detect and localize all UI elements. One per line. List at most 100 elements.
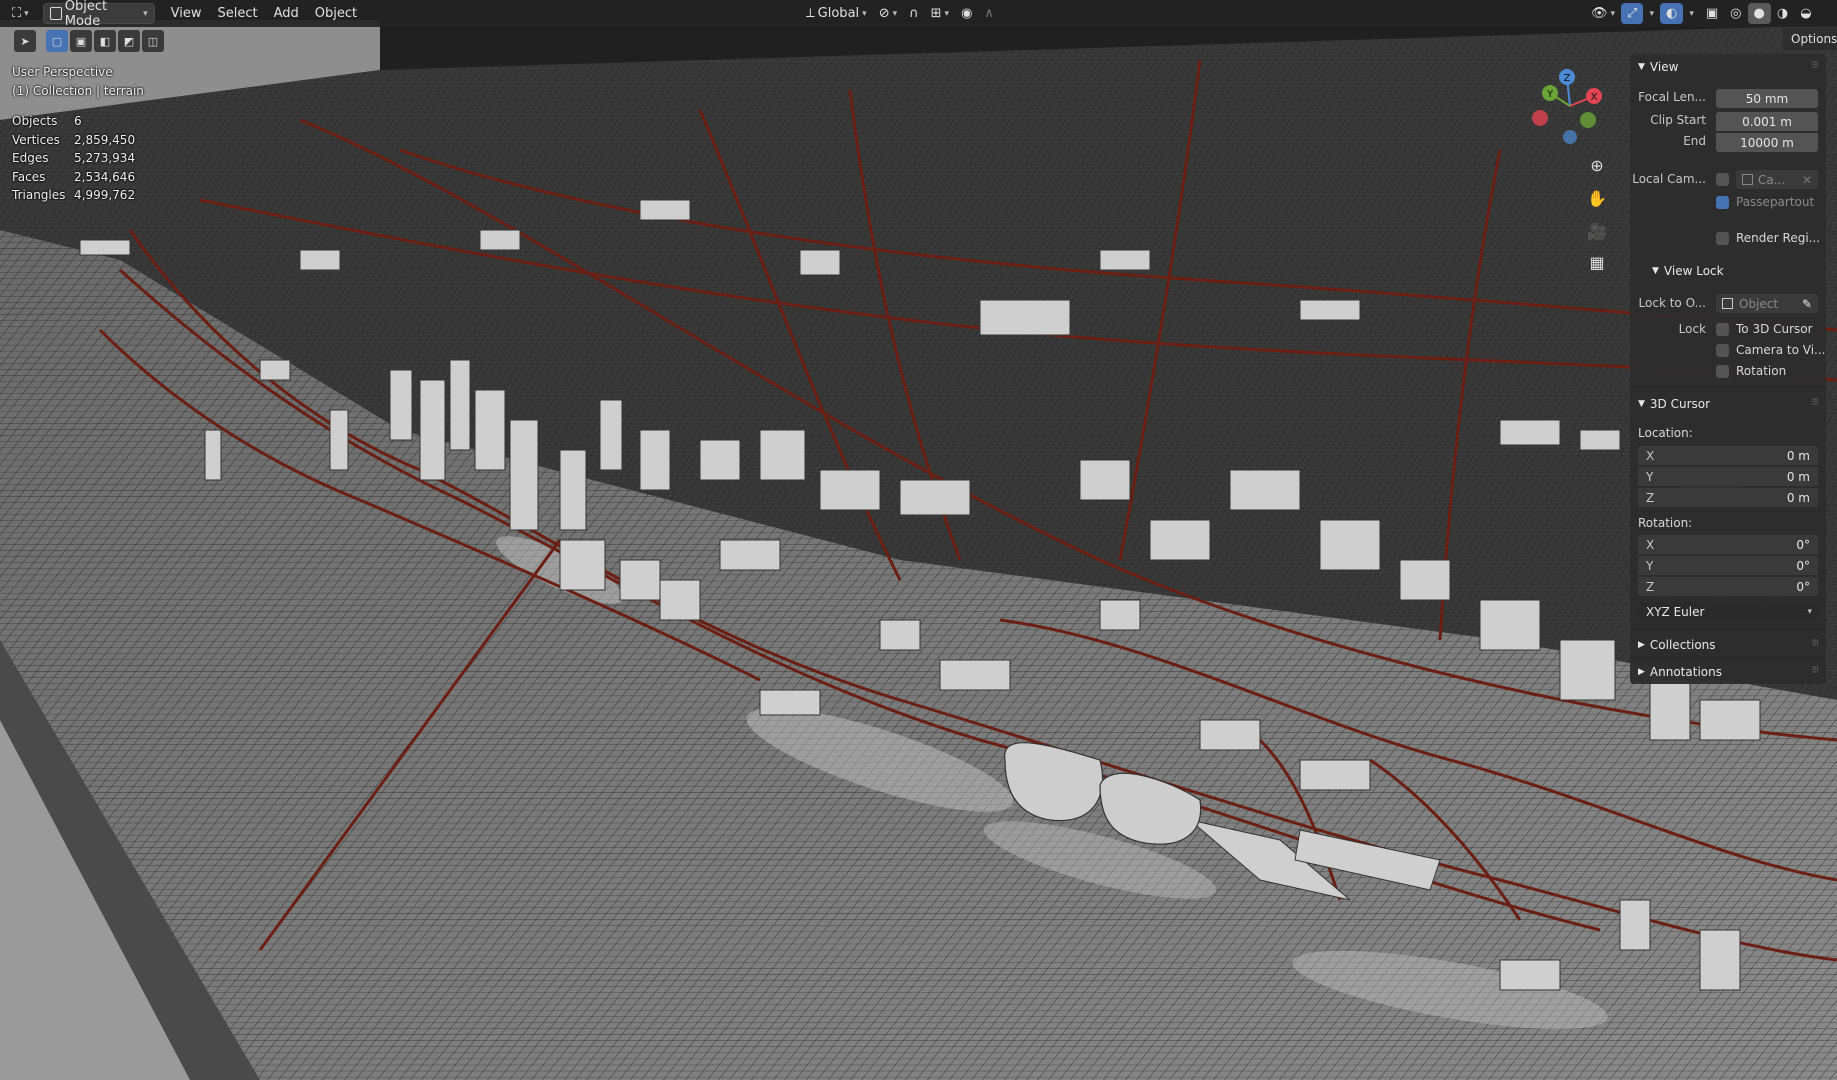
gizmo-dropdown[interactable]: ▾ [1643, 3, 1660, 24]
snap-toggle[interactable]: ∩ [903, 3, 925, 24]
cursor-rotation-y[interactable]: Y 0° [1638, 556, 1818, 575]
pan-hand-icon[interactable]: ✋ [1585, 186, 1609, 210]
3d-viewport[interactable]: ⛶ ▾ Object Mode ▾ View Select Add Object … [0, 0, 1837, 1080]
local-camera-field[interactable]: Ca... ✕ [1736, 170, 1818, 189]
location-label: Location: [1638, 426, 1693, 440]
collections-panel-header[interactable]: ▶ Collections [1638, 638, 1716, 652]
camera-to-view-checkbox[interactable] [1716, 344, 1729, 357]
select-invert-button[interactable]: ◩ [118, 30, 140, 52]
rendered-shading-icon: ◒ [1800, 6, 1812, 21]
menu-view[interactable]: View [163, 3, 210, 24]
snap-options-dropdown[interactable]: ⊞ ▾ [925, 3, 955, 24]
viewport-editor-icon: ⛶ [12, 6, 22, 21]
lock-rotation-checkbox[interactable] [1716, 365, 1729, 378]
lock-to-object-label: Lock to O... [1638, 296, 1706, 310]
chevron-down-icon: ▼ [1638, 62, 1645, 72]
chevron-down-icon: ▼ [1652, 266, 1659, 276]
focal-length-field[interactable]: 50 mm [1716, 89, 1818, 108]
eyedropper-icon[interactable]: ✎ [1802, 297, 1812, 311]
proportional-editing-toggle[interactable]: ◉ [955, 3, 978, 24]
viewport-header: ⛶ ▾ Object Mode ▾ View Select Add Object … [0, 0, 1837, 29]
gizmo-neg-x [1532, 110, 1548, 126]
drag-grip-icon[interactable]: ⁝⁝⁝ [1811, 638, 1818, 649]
shading-rendered[interactable]: ◒ [1794, 3, 1817, 24]
focal-length-label: Focal Len... [1638, 90, 1706, 104]
cursor-location-x[interactable]: X0 m [1638, 446, 1818, 465]
shading-material[interactable]: ◑ [1771, 3, 1794, 24]
snap-magnet-icon: ∩ [909, 6, 919, 21]
lock-rotation-label: Rotation [1736, 364, 1787, 378]
xray-toggle-icon: ▣ [1705, 6, 1719, 21]
camera-view-icon[interactable]: 🎥 [1585, 219, 1609, 243]
stat-row: Edges 5,273,934 [12, 151, 136, 165]
shading-solid[interactable]: ● [1747, 3, 1771, 24]
clip-start-field[interactable]: 0.001 m [1716, 112, 1818, 131]
annotations-panel-header[interactable]: ▶ Annotations [1638, 665, 1722, 679]
stat-row: Faces 2,534,646 [12, 169, 136, 184]
local-camera-checkbox[interactable] [1716, 173, 1729, 186]
rotation-mode-dropdown[interactable]: XYZ Euler ▾ [1638, 602, 1818, 621]
drag-grip-icon[interactable]: ⁝⁝⁝ [1811, 397, 1818, 408]
stat-row: Triangles 4,999,762 [12, 188, 136, 202]
orientation-dropdown[interactable]: ⟂ Global ▾ [800, 3, 873, 24]
chevron-right-icon: ▶ [1638, 667, 1645, 677]
gizmo-toggle[interactable]: ⤢ [1621, 3, 1644, 24]
mode-dropdown[interactable]: Object Mode ▾ [42, 0, 155, 29]
lock-3d-cursor-checkbox[interactable] [1716, 323, 1729, 336]
xray-toggle[interactable]: ▣ [1700, 3, 1724, 24]
overlay-dropdown[interactable]: ▾ [1683, 3, 1700, 24]
drag-grip-icon[interactable]: ⁝⁝⁝ [1811, 60, 1818, 71]
menu-select[interactable]: Select [210, 3, 266, 24]
select-extend-button[interactable]: ▣ [70, 30, 92, 52]
stat-row: Vertices 2,859,450 [12, 132, 136, 147]
navigation-gizmo[interactable]: Z X Y [1520, 66, 1620, 146]
editor-type-button[interactable]: ⛶ ▾ [6, 3, 35, 24]
view-panel-header[interactable]: ▼ View [1638, 60, 1678, 74]
select-tool-button[interactable]: ➤ [14, 30, 36, 52]
viewport-info: User Perspective (1) Collection | terrai… [12, 63, 144, 101]
proportional-editing-icon: ◉ [961, 6, 973, 21]
city-scene[interactable] [0, 0, 1837, 1080]
menu-add[interactable]: Add [266, 3, 307, 24]
select-subtract-button[interactable]: ◧ [94, 30, 116, 52]
chevron-down-icon: ▾ [1807, 606, 1812, 617]
falloff-button[interactable]: ∧ [978, 3, 1000, 24]
pivot-dropdown[interactable]: ⊘ ▾ [873, 3, 903, 24]
clip-end-field[interactable]: 10000 m [1716, 133, 1818, 152]
cursor-rotation-z[interactable]: Z 0° [1638, 577, 1818, 596]
overlay-toggle-icon: ◐ [1665, 6, 1678, 21]
drag-grip-icon[interactable]: ⁝⁝⁝ [1811, 665, 1818, 676]
svg-text:Z: Z [1564, 73, 1571, 84]
eye-visibility-icon: 👁 [1591, 6, 1608, 21]
lock-3d-cursor-label: To 3D Cursor [1736, 322, 1813, 336]
local-camera-label: Local Cam... [1632, 172, 1706, 186]
render-region-checkbox[interactable] [1716, 232, 1729, 245]
menu-object[interactable]: Object [307, 3, 365, 24]
perspective-grid-icon[interactable]: ▦ [1585, 250, 1609, 274]
chevron-right-icon: ▶ [1638, 640, 1645, 650]
clear-x-icon[interactable]: ✕ [1802, 173, 1812, 187]
scene-statistics: Objects 6 Vertices 2,859,450 Edges 5,273,93… [12, 112, 135, 205]
object-icon [1722, 298, 1733, 309]
stat-row: Objects 6 [12, 114, 82, 128]
lock-to-object-field[interactable]: Object ✎ [1716, 294, 1818, 313]
wireframe-shading-icon: ◎ [1730, 6, 1742, 21]
visibility-dropdown[interactable]: 👁 ▾ [1585, 3, 1621, 24]
gizmo-neg-z [1563, 130, 1577, 144]
render-region-label: Render Regi... [1736, 231, 1821, 245]
passepartout-checkbox[interactable] [1716, 196, 1729, 209]
view-lock-panel-header[interactable]: ▼ View Lock [1652, 264, 1724, 278]
shading-wireframe[interactable]: ◎ [1724, 3, 1747, 24]
cursor-location-z[interactable]: Z0 m [1638, 488, 1818, 507]
cursor-rotation-x[interactable]: X 0° [1638, 535, 1818, 554]
object-mode-icon [49, 7, 62, 20]
select-new-button[interactable]: ▢ [46, 30, 68, 52]
zoom-icon[interactable]: ⊕ [1585, 153, 1609, 177]
overlay-toggle[interactable]: ◐ [1659, 3, 1684, 24]
passepartout-label: Passepartout [1736, 195, 1815, 209]
clip-start-label: Clip Start [1650, 113, 1706, 127]
select-intersect-button[interactable]: ◫ [142, 30, 164, 52]
cursor-location-y[interactable]: Y0 m [1638, 467, 1818, 486]
options-button[interactable]: Options [1783, 28, 1837, 50]
3d-cursor-panel-header[interactable]: ▼ 3D Cursor [1638, 397, 1710, 411]
